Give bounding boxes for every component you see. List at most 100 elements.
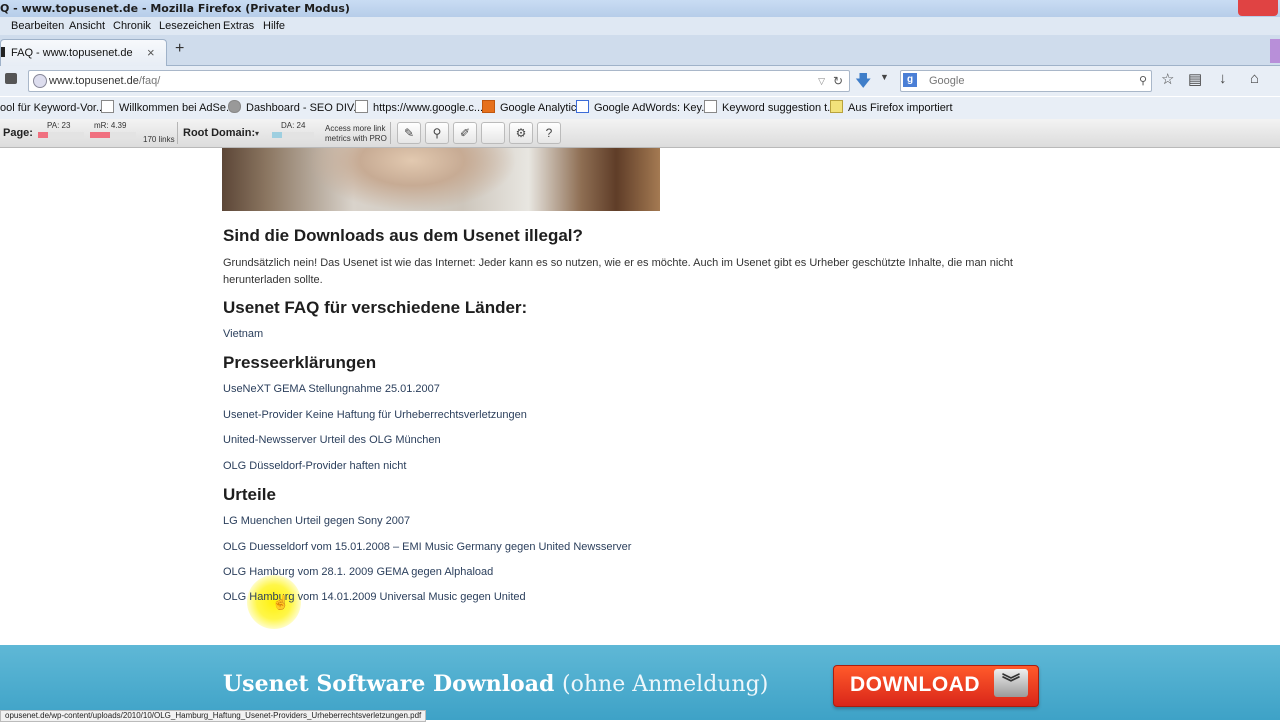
download-button[interactable]: DOWNLOAD ︾ — [833, 665, 1039, 707]
highlighter-icon[interactable]: ✐ — [453, 122, 477, 144]
photo-person — [307, 148, 517, 211]
magnifier-icon[interactable]: ⚲ — [425, 122, 449, 144]
heading-presse: Presseerklärungen — [223, 353, 377, 372]
hand-cursor-icon: ☝ — [272, 594, 290, 610]
page-label: Page: — [3, 127, 33, 139]
site-identity-icon[interactable] — [33, 74, 47, 88]
bookmark-item[interactable]: Keyword suggestion t... — [704, 97, 836, 119]
link-presse-4[interactable]: OLG Düsseldorf-Provider haften nicht — [223, 460, 406, 472]
favicon-icon — [1, 47, 5, 57]
double-chevron-down-icon: ︾ — [994, 669, 1028, 697]
bookmark-item[interactable]: ool für Keyword-Vor... — [0, 97, 105, 119]
bookmark-item[interactable]: https://www.google.c... — [355, 97, 483, 119]
heading-illegal: Sind die Downloads aus dem Usenet illega… — [223, 226, 583, 245]
link-vietnam[interactable]: Vietnam — [223, 328, 263, 340]
tab-scroll-right-button[interactable] — [1270, 39, 1280, 63]
tab-label: FAQ - www.topusenet.de — [11, 47, 133, 59]
google-search-engine-icon[interactable]: g — [903, 73, 917, 87]
bookmarks-menu-icon[interactable]: ▤ — [1188, 70, 1202, 88]
menu-hilfe[interactable]: Hilfe — [263, 17, 285, 35]
bookmark-label: https://www.google.c... — [373, 102, 484, 114]
download-button-label: DOWNLOAD — [850, 673, 980, 696]
window-titlebar: Q - www.topusenet.de - Mozilla Firefox (… — [0, 0, 1280, 17]
banner-title-main: Usenet Software Download — [223, 671, 555, 697]
wrench-icon[interactable]: ✎ — [397, 122, 421, 144]
search-icon[interactable]: ⚲ — [1139, 71, 1147, 91]
page-icon — [101, 100, 114, 113]
bookmark-item[interactable]: Willkommen bei AdSe... — [101, 97, 235, 119]
root-domain-dropdown-icon[interactable]: ▾ — [255, 129, 259, 138]
link-presse-2[interactable]: Usenet-Provider Keine Haftung für Urhebe… — [223, 409, 527, 421]
menu-bar: Bearbeiten Ansicht Chronik Lesezeichen E… — [0, 17, 1280, 35]
paragraph-illegal: Grundsätzlich nein! Das Usenet ist wie d… — [223, 257, 1013, 286]
link-presse-1[interactable]: UseNeXT GEMA Stellungnahme 25.01.2007 — [223, 383, 440, 395]
menu-ansicht[interactable]: Ansicht — [69, 17, 105, 35]
divider — [177, 122, 178, 144]
folder-icon — [830, 100, 843, 113]
close-window-button[interactable] — [1238, 0, 1278, 16]
bookmark-label: Willkommen bei AdSe... — [119, 102, 236, 114]
bookmark-folder[interactable]: Aus Firefox importiert — [830, 97, 953, 119]
menu-bearbeiten[interactable]: Bearbeiten — [11, 17, 64, 35]
banner-title: Usenet Software Download (ohne Anmeldung… — [223, 671, 768, 697]
bookmark-label: Keyword suggestion t... — [722, 102, 837, 114]
search-placeholder: Google — [929, 75, 965, 87]
menu-lesezeichen[interactable]: Lesezeichen — [159, 17, 221, 35]
blank-tool-icon[interactable] — [481, 122, 505, 144]
page-icon — [704, 100, 717, 113]
reload-icon[interactable]: ↻ — [833, 71, 843, 91]
search-input[interactable]: g Google ⚲ — [900, 70, 1152, 92]
bookmark-item[interactable]: Google Analytics — [482, 97, 582, 119]
page-icon — [355, 100, 368, 113]
root-domain-label: Root Domain: — [183, 127, 256, 139]
pro-promo-line1[interactable]: Access more link — [325, 124, 385, 133]
bookmark-item[interactable]: Dashboard - SEO DIV... — [228, 97, 362, 119]
download-arrow-icon[interactable]: 🡇 — [855, 70, 871, 97]
divider — [390, 122, 391, 144]
url-bar[interactable]: www.topusenet.de/faq/ ▽ ↻ — [28, 70, 850, 92]
bookmark-item[interactable]: Google AdWords: Key... — [576, 97, 710, 119]
pa-metric: PA: 23 — [47, 121, 71, 130]
bookmark-label: Google Analytics — [500, 102, 582, 114]
status-bar-url: opusenet.de/wp-content/uploads/2010/10/O… — [0, 710, 427, 722]
da-meter — [272, 132, 282, 138]
help-icon[interactable]: ? — [537, 122, 561, 144]
history-dropdown-icon[interactable]: ▽ — [818, 71, 825, 91]
pro-promo-line2[interactable]: metrics with PRO — [325, 134, 387, 143]
heading-laender: Usenet FAQ für verschiedene Länder: — [223, 298, 528, 317]
tab-strip: FAQ - www.topusenet.de × — [0, 35, 1280, 66]
bookmark-label: Aus Firefox importiert — [848, 102, 953, 114]
link-urteil-4[interactable]: OLG Hamburg vom 14.01.2009 Universal Mus… — [223, 591, 526, 603]
bookmarks-bar: ool für Keyword-Vor... Willkommen bei Ad… — [0, 97, 1280, 119]
link-presse-3[interactable]: United-Newsserver Urteil des OLG München — [223, 434, 441, 446]
link-urteil-3[interactable]: OLG Hamburg vom 28.1. 2009 GEMA gegen Al… — [223, 566, 493, 578]
analytics-icon — [482, 100, 495, 113]
banner-subtitle: (ohne Anmeldung) — [562, 672, 769, 697]
link-urteil-1[interactable]: LG Muenchen Urteil gegen Sony 2007 — [223, 515, 410, 527]
pa-meter — [38, 132, 48, 138]
downloads-icon[interactable]: ↓ — [1219, 70, 1227, 87]
menu-chronik[interactable]: Chronik — [113, 17, 151, 35]
bookmark-star-icon[interactable]: ☆ — [1161, 70, 1174, 88]
download-banner: Usenet Software Download (ohne Anmeldung… — [0, 645, 1280, 720]
window-title: Q - www.topusenet.de - Mozilla Firefox (… — [0, 2, 350, 15]
close-tab-icon[interactable]: × — [147, 41, 155, 65]
tab-faq[interactable]: FAQ - www.topusenet.de × — [0, 39, 167, 66]
mr-meter — [90, 132, 110, 138]
mozbar-toolbar: Page: PA: 23 mR: 4.39 170 links Root Dom… — [0, 119, 1280, 148]
google-icon — [576, 100, 589, 113]
menu-extras[interactable]: Extras — [223, 17, 254, 35]
links-count: 170 links — [143, 135, 175, 144]
sidebar-icon[interactable] — [5, 73, 17, 84]
download-dropdown-icon[interactable]: ▼ — [880, 72, 889, 82]
settings-gear-icon[interactable]: ⚙ — [509, 122, 533, 144]
home-icon[interactable]: ⌂ — [1250, 70, 1259, 87]
new-tab-button[interactable]: + — [175, 40, 184, 58]
bookmark-label: Google AdWords: Key... — [594, 102, 711, 114]
url-host: www.topusenet.de — [49, 75, 139, 87]
mr-metric: mR: 4.39 — [94, 121, 127, 130]
heading-urteile: Urteile — [223, 485, 276, 504]
bookmark-label: ool für Keyword-Vor... — [0, 102, 106, 114]
link-urteil-2[interactable]: OLG Duesseldorf vom 15.01.2008 – EMI Mus… — [223, 541, 631, 553]
da-metric: DA: 24 — [281, 121, 306, 130]
